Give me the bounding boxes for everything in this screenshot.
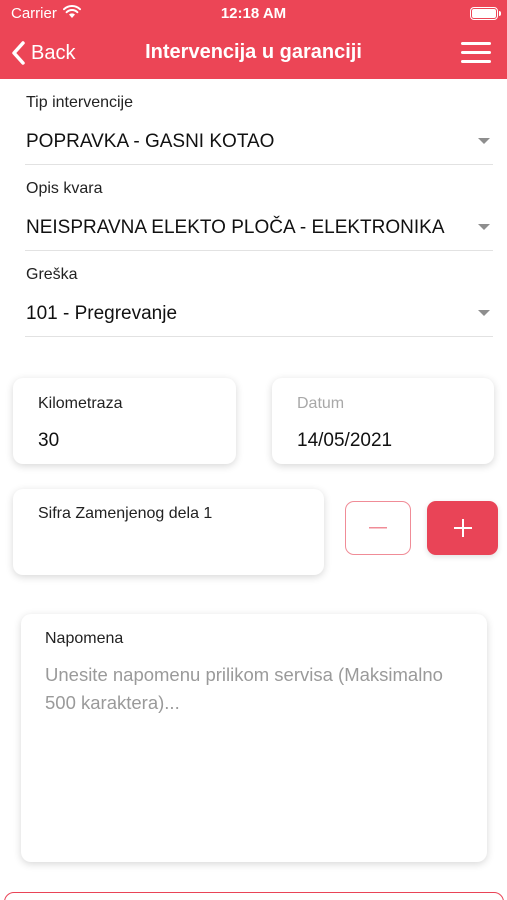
minus-icon [369,527,387,529]
sifra-label: Sifra Zamenjenog dela 1 [38,505,213,522]
tip-intervencije-label: Tip intervencije [26,94,134,111]
chevron-down-icon [478,310,490,316]
tip-intervencije-select[interactable]: Tip intervencije POPRAVKA - GASNI KOTAO [25,92,493,165]
kilometraza-value: 30 [38,430,60,451]
chevron-down-icon [478,224,490,230]
kilometraza-label: Kilometraza [38,395,123,412]
opis-kvara-select[interactable]: Opis kvara NEISPRAVNA ELEKTO PLOČA - ELE… [25,178,493,251]
status-bar: Carrier 12:18 AM [0,0,507,28]
plus-icon [453,519,472,537]
status-time: 12:18 AM [220,5,287,22]
datum-input[interactable]: Datum 14/05/2021 [272,378,494,464]
napomena-placeholder: Unesite napomenu prilikom servisa (Maksi… [45,664,443,713]
napomena-textarea[interactable]: Napomena Unesite napomenu prilikom servi… [21,614,487,862]
menu-line [461,51,491,54]
opis-kvara-value: NEISPRAVNA ELEKTO PLOČA - ELEKTRONIKA [26,217,445,238]
remove-part-button[interactable] [345,501,411,555]
kilometraza-input[interactable]: Kilometraza 30 [13,378,236,464]
greska-label: Greška [26,266,78,283]
hamburger-menu-icon[interactable] [461,42,493,64]
datum-label: Datum [297,395,345,412]
menu-line [461,60,491,63]
greska-select[interactable]: Greška 101 - Pregrevanje [25,264,493,337]
page-title: Intervencija u garanciji [145,41,362,63]
datum-value: 14/05/2021 [297,430,393,451]
chevron-down-icon [478,138,490,144]
greska-value: 101 - Pregrevanje [26,303,178,324]
add-part-button[interactable] [427,501,498,555]
submit-button[interactable] [4,892,504,900]
menu-line [461,42,491,45]
tip-intervencije-value: POPRAVKA - GASNI KOTAO [26,131,275,152]
opis-kvara-label: Opis kvara [26,180,103,197]
battery-icon [470,7,498,20]
sifra-zamenjenog-dela-input[interactable]: Sifra Zamenjenog dela 1 [13,489,324,575]
napomena-label: Napomena [45,630,124,647]
navigation-bar: Carrier 12:18 AM Back Intervencija u gar… [0,0,507,79]
